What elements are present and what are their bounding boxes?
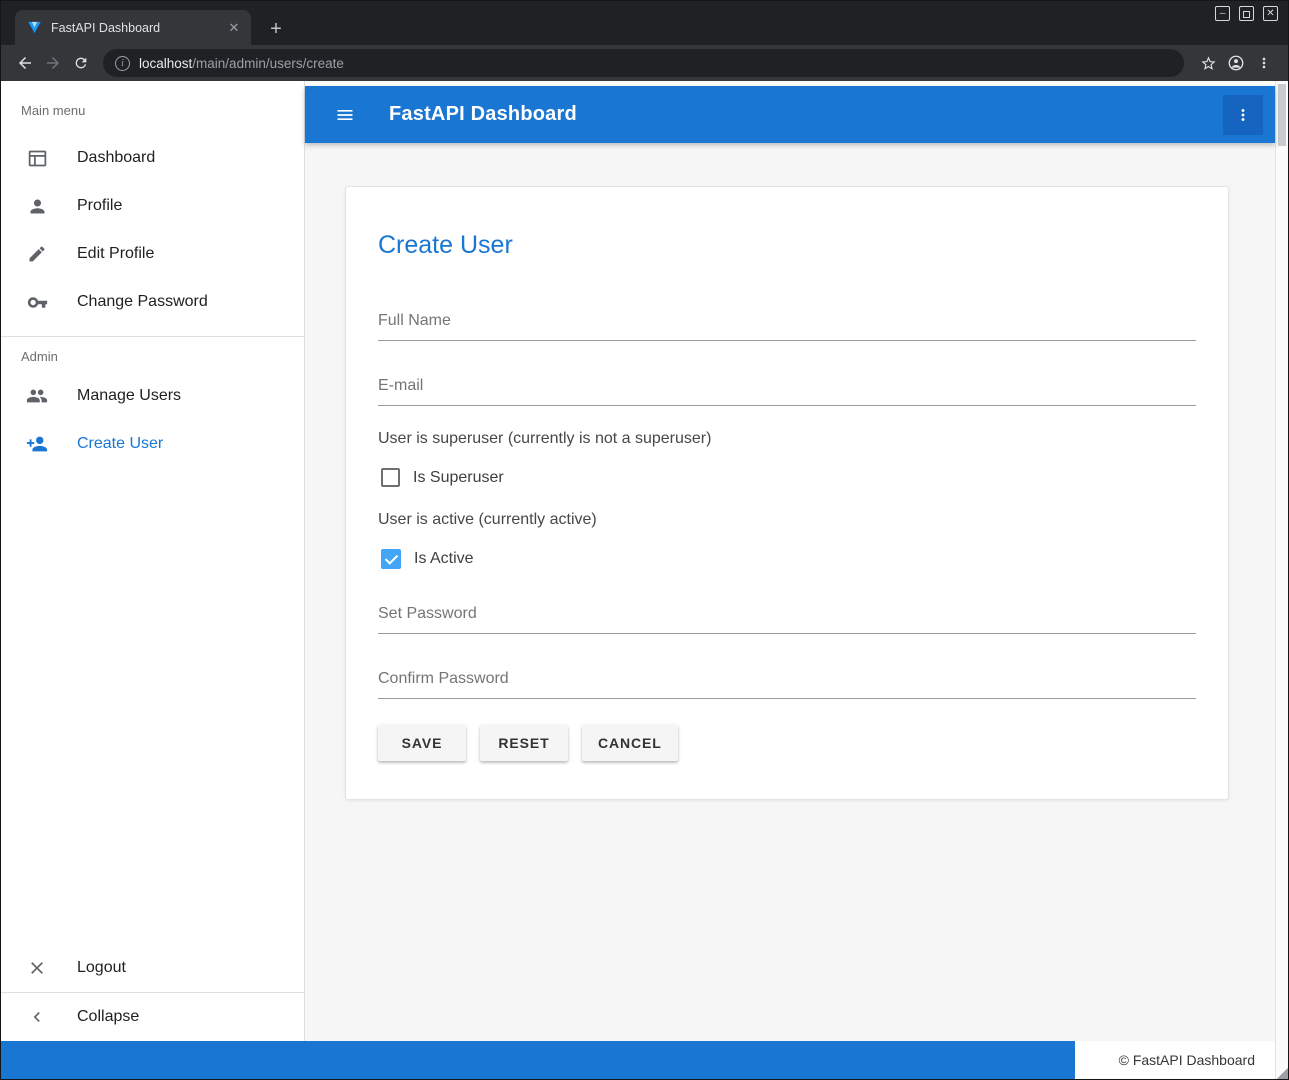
sidebar-item-label: Create User [77, 435, 163, 453]
profile-avatar-icon [1227, 54, 1245, 72]
sidebar-item-logout[interactable]: Logout [1, 944, 304, 992]
app-footer: © FastAPI Dashboard [1, 1041, 1275, 1079]
sidebar-item-label: Collapse [77, 1008, 139, 1026]
main-content: Create User User is superuser (currently… [305, 143, 1275, 1041]
page: Main menu Dashboard Profile [1, 81, 1288, 1079]
back-arrow-icon [16, 54, 34, 72]
tab-close-icon[interactable]: ✕ [225, 19, 243, 37]
sidebar-item-change-password[interactable]: Change Password [1, 278, 304, 326]
back-button[interactable] [11, 49, 39, 77]
scrollbar-thumb[interactable] [1278, 84, 1286, 146]
close-x-icon [25, 956, 49, 980]
address-bar[interactable]: i localhost/main/admin/users/create [103, 49, 1184, 77]
sidebar-item-label: Manage Users [77, 387, 181, 405]
superuser-checkbox-label: Is Superuser [413, 469, 504, 487]
full-name-input[interactable] [378, 300, 1196, 341]
browser-window: FastAPI Dashboard ✕ + – ✕ i lo [0, 0, 1289, 1080]
active-checkbox-row: Is Active [381, 549, 1196, 569]
window-controls: – ✕ [1215, 6, 1278, 21]
people-icon [25, 384, 49, 408]
kebab-icon [1256, 55, 1272, 71]
appbar-overflow-button[interactable] [1223, 95, 1263, 135]
vuetify-logo-icon [27, 20, 42, 35]
sidebar-section-header: Main menu [1, 81, 304, 128]
sidebar-item-edit-profile[interactable]: Edit Profile [1, 230, 304, 278]
site-info-icon[interactable]: i [115, 56, 130, 71]
url-path: /main/admin/users/create [192, 56, 344, 71]
close-window-button[interactable]: ✕ [1263, 6, 1278, 21]
dashboard-icon [25, 146, 49, 170]
resize-grip-icon[interactable] [1274, 1065, 1288, 1079]
browser-menu-button[interactable] [1250, 49, 1278, 77]
create-user-card: Create User User is superuser (currently… [345, 186, 1229, 800]
sidebar-section-header: Admin [1, 337, 304, 372]
url-host: localhost [139, 56, 192, 71]
kebab-icon [1234, 106, 1252, 124]
sidebar: Main menu Dashboard Profile [1, 81, 305, 1041]
superuser-hint-text: User is superuser (currently is not a su… [378, 430, 1196, 448]
active-checkbox-label: Is Active [414, 550, 474, 568]
minimize-icon: – [1220, 8, 1226, 20]
form-actions: SAVE RESET CANCEL [378, 725, 1196, 761]
pencil-icon [25, 242, 49, 266]
tab-title: FastAPI Dashboard [51, 21, 216, 35]
superuser-checkbox[interactable] [381, 468, 400, 487]
save-button[interactable]: SAVE [378, 725, 466, 761]
key-icon [25, 290, 49, 314]
forward-button[interactable] [39, 49, 67, 77]
profile-button[interactable] [1222, 49, 1250, 77]
reload-icon [73, 55, 89, 71]
close-icon: ✕ [1266, 8, 1274, 20]
sidebar-item-label: Dashboard [77, 149, 155, 167]
chevron-left-icon [25, 1005, 49, 1029]
sidebar-item-create-user[interactable]: Create User [1, 420, 304, 468]
email-input[interactable] [378, 365, 1196, 406]
cancel-button[interactable]: CANCEL [582, 725, 678, 761]
sidebar-item-label: Edit Profile [77, 245, 154, 263]
new-tab-button[interactable]: + [263, 16, 289, 42]
sidebar-item-label: Profile [77, 197, 122, 215]
reset-button[interactable]: RESET [480, 725, 568, 761]
superuser-checkbox-row: Is Superuser [381, 468, 1196, 487]
forward-arrow-icon [44, 54, 62, 72]
browser-toolbar: i localhost/main/admin/users/create [1, 45, 1288, 81]
sidebar-item-label: Change Password [77, 293, 208, 311]
page-scrollbar[interactable] [1275, 81, 1288, 1079]
menu-toggle-button[interactable] [327, 97, 363, 133]
browser-tab[interactable]: FastAPI Dashboard ✕ [15, 10, 251, 45]
maximize-icon [1243, 11, 1250, 18]
hamburger-icon [335, 105, 355, 125]
sidebar-item-profile[interactable]: Profile [1, 182, 304, 230]
reload-button[interactable] [67, 49, 95, 77]
person-icon [25, 194, 49, 218]
bookmark-star-icon [1200, 55, 1217, 72]
tab-strip: FastAPI Dashboard ✕ + – ✕ [1, 1, 1288, 45]
bookmark-button[interactable] [1194, 49, 1222, 77]
sidebar-item-manage-users[interactable]: Manage Users [1, 372, 304, 420]
app-title: FastAPI Dashboard [389, 103, 577, 126]
sidebar-item-dashboard[interactable]: Dashboard [1, 134, 304, 182]
set-password-input[interactable] [378, 593, 1196, 634]
minimize-button[interactable]: – [1215, 6, 1230, 21]
sidebar-item-collapse[interactable]: Collapse [1, 993, 304, 1041]
confirm-password-input[interactable] [378, 658, 1196, 699]
app-bar: FastAPI Dashboard [305, 86, 1275, 143]
sidebar-item-label: Logout [77, 959, 126, 977]
page-title: Create User [378, 231, 1196, 260]
active-hint-text: User is active (currently active) [378, 511, 1196, 529]
person-add-icon [25, 432, 49, 456]
footer-copyright: © FastAPI Dashboard [1075, 1041, 1275, 1079]
url-text: localhost/main/admin/users/create [139, 56, 344, 71]
active-checkbox[interactable] [381, 549, 401, 569]
maximize-button[interactable] [1239, 6, 1254, 21]
